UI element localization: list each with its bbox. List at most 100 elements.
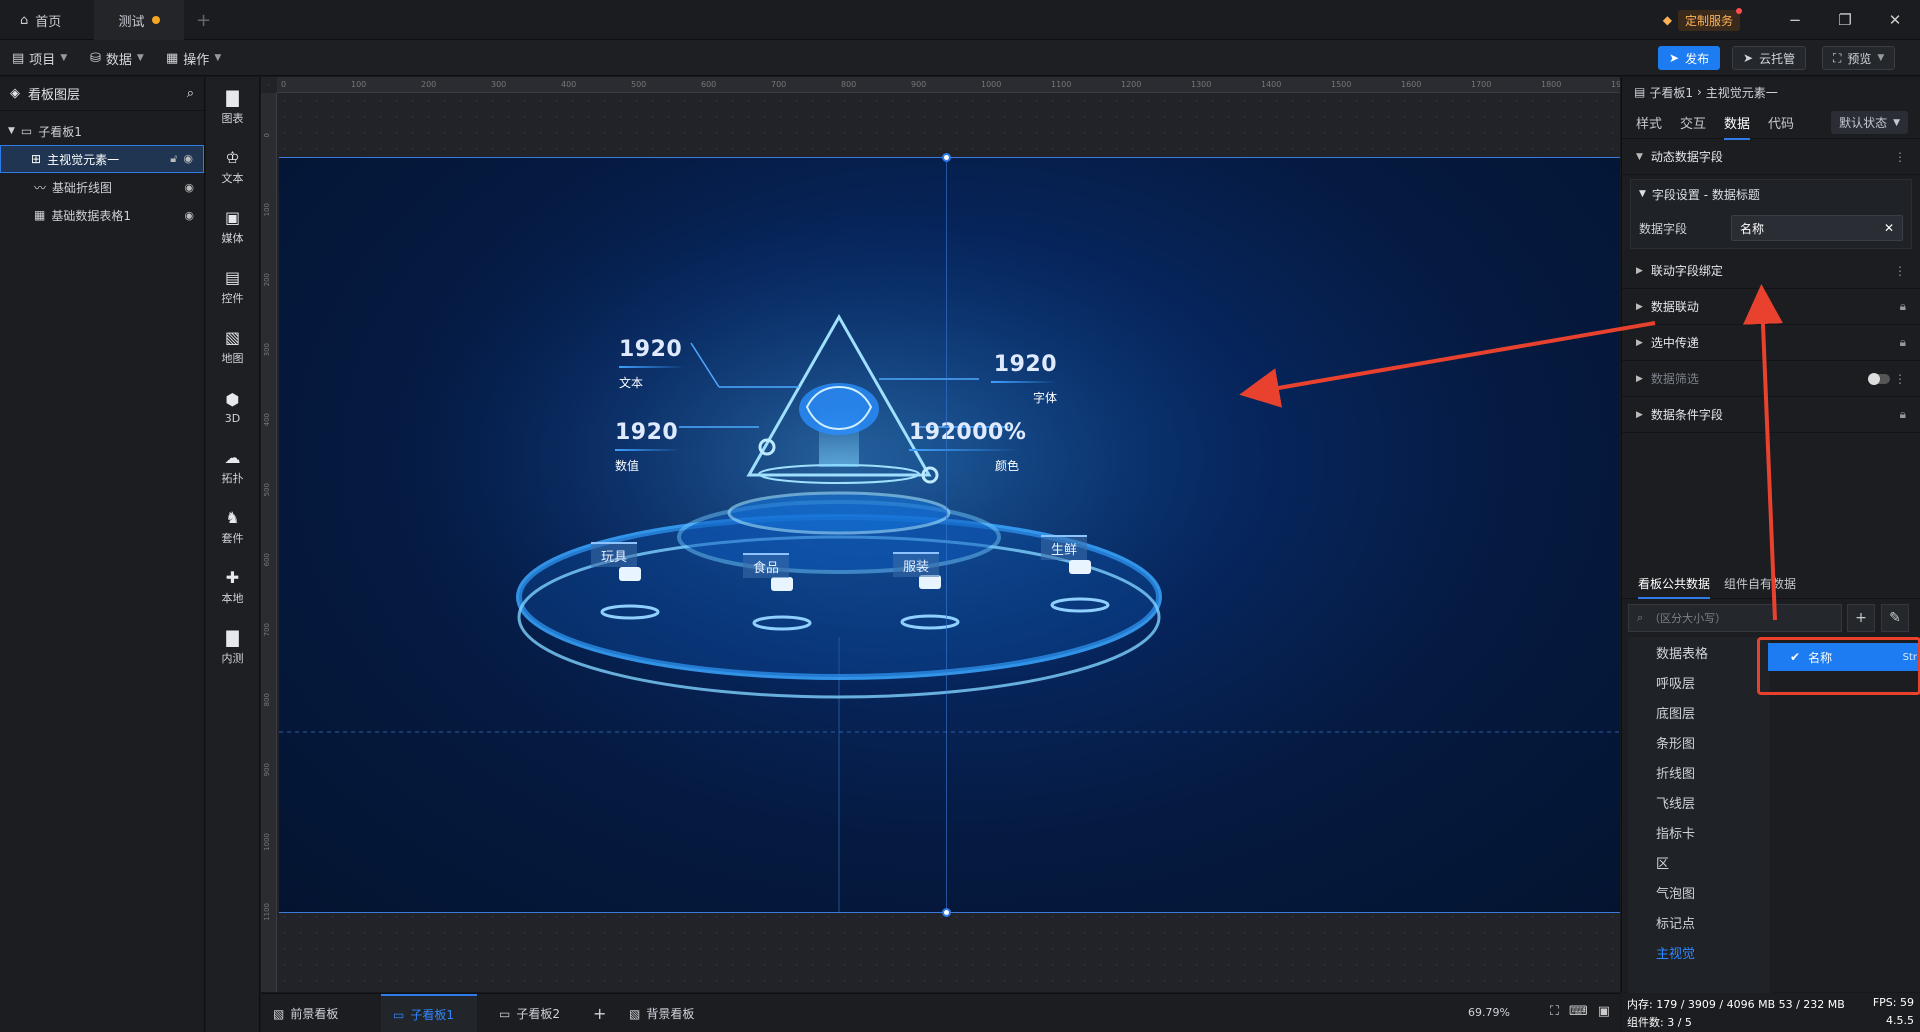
data-list-item[interactable]: 数据表格 [1628, 637, 1770, 667]
board-tab-label: 前景看板 [290, 1007, 339, 1021]
section-label: 数据筛选 [1650, 372, 1699, 386]
tab-data[interactable]: 数据 [1724, 113, 1751, 140]
data-list-item[interactable]: 飞线层 [1628, 787, 1770, 817]
layer-item-main-visual[interactable]: ⊞ 主视觉元素一 🔓︎ ◉ [0, 145, 204, 173]
tab-background-board[interactable]: ▧ 背景看板 [617, 994, 706, 1032]
unlock-icon[interactable]: 🔓︎ [170, 152, 177, 166]
ruler-tick: 1800 [1541, 80, 1562, 89]
data-list-item[interactable]: 指标卡 [1628, 817, 1770, 847]
ruler-tick: 700 [771, 80, 787, 89]
data-field-input[interactable]: 名称 ✕ [1731, 215, 1903, 241]
ruler-tick: 600 [263, 553, 271, 567]
custom-service[interactable]: ◆ 定制服务 [1663, 7, 1743, 32]
data-list-item[interactable]: 条形图 [1628, 727, 1770, 757]
tab-test-label: 测试 [118, 14, 145, 30]
terminal-icon[interactable]: ▣ [1598, 1004, 1610, 1019]
resize-handle[interactable] [942, 908, 951, 917]
section-data-linkage[interactable]: ▶ 数据联动 🔒︎ [1622, 289, 1920, 325]
layer-item-data-table[interactable]: ▦ 基础数据表格1 ◉ [0, 201, 204, 229]
ruler-tick: 900 [263, 763, 271, 777]
data-list-item[interactable]: 呼吸层 [1628, 667, 1770, 697]
ruler-tick: 900 [911, 80, 927, 89]
zoom-level[interactable]: 69.79% [1468, 1006, 1510, 1019]
category-label: 玩具 [591, 542, 638, 567]
keyboard-icon[interactable]: ⌨ [1569, 1004, 1588, 1019]
tab-subboard2[interactable]: ▭ 子看板2 [487, 994, 572, 1032]
add-board-button[interactable]: + [581, 994, 618, 1032]
tab-component-data[interactable]: 组件自有数据 [1724, 575, 1796, 592]
rail-item-7[interactable]: ♞ 套件 [206, 497, 259, 557]
layer-item-line-chart[interactable]: 〰 基础折线图 ◉ [0, 173, 204, 201]
close-window-button[interactable]: ✕ [1870, 0, 1920, 40]
rail-item-4[interactable]: ▧ 地图 [206, 317, 259, 377]
more-icon[interactable]: ⋮ [1894, 264, 1906, 278]
cloud-hosting-button[interactable]: ➤ 云托管 [1732, 46, 1807, 70]
eye-hidden-icon[interactable]: ◉ [184, 209, 194, 222]
tab-home[interactable]: ⌂ 首页 [20, 0, 61, 40]
edit-icon[interactable]: ✎ [1881, 604, 1909, 632]
rail-item-0[interactable]: ▇ 图表 [206, 77, 259, 137]
data-list-item[interactable]: 标记点 [1628, 907, 1770, 937]
data-list-item[interactable]: 折线图 [1628, 757, 1770, 787]
tab-board-public-data[interactable]: 看板公共数据 [1638, 575, 1711, 599]
state-select[interactable]: 默认状态 ▼ [1831, 111, 1908, 134]
data-search-input[interactable]: ⌕ （区分大小写） [1628, 604, 1842, 632]
layer-item-subboard1[interactable]: ▼ ▭ 子看板1 [0, 117, 204, 145]
section-linked-binding[interactable]: ▶ 联动字段绑定 ⋮ [1622, 253, 1920, 289]
tab-style[interactable]: 样式 [1636, 113, 1662, 132]
fit-screen-icon[interactable]: ⛶ [1550, 1004, 1559, 1019]
tab-code[interactable]: 代码 [1768, 113, 1794, 132]
tab-foreground-board[interactable]: ▧ 前景看板 [261, 994, 350, 1032]
rail-item-6[interactable]: ☁ 拓扑 [206, 437, 259, 497]
rail-item-2[interactable]: ▣ 媒体 [206, 197, 259, 257]
rail-item-label: 文本 [221, 172, 244, 185]
eye-hidden-icon[interactable]: ◉ [184, 181, 194, 194]
data-list-item[interactable]: 区 [1628, 847, 1770, 877]
tab-subboard1[interactable]: ▭ 子看板1 [381, 994, 477, 1032]
section-data-filter[interactable]: ▶ 数据筛选 ⋮ [1622, 361, 1920, 397]
rail-item-5[interactable]: ⬢ 3D [206, 377, 259, 437]
rail-item-8[interactable]: ✚ 本地 [206, 557, 259, 617]
data-list-item[interactable]: 底图层 [1628, 697, 1770, 727]
menu-data[interactable]: ⛁ 数据 ▼ [90, 40, 144, 76]
clear-icon[interactable]: ✕ [1884, 221, 1894, 235]
dashboard-board[interactable]: 1920 文本 1920 字体 1920 数值 192000% 颜色 玩具 食品 [279, 157, 1620, 912]
eye-icon[interactable]: ◉ [183, 152, 193, 166]
rail-item-9[interactable]: ▇ 内测 [206, 617, 259, 677]
tab-interaction[interactable]: 交互 [1680, 113, 1706, 132]
ruler-tick: 1700 [1471, 80, 1492, 89]
rail-item-3[interactable]: ▤ 控件 [206, 257, 259, 317]
add-data-button[interactable]: + [1847, 604, 1875, 632]
chevron-down-icon: ▼ [214, 53, 222, 63]
add-tab-button[interactable]: + [196, 0, 211, 40]
filter-toggle[interactable] [1868, 372, 1890, 385]
canvas-area[interactable]: 0 100 200 300 400 500 600 700 800 900 1000 1100 1200… [261, 77, 1620, 992]
field-setting-header[interactable]: ▼ 字段设置 - 数据标题 [1631, 180, 1911, 208]
menu-project[interactable]: ▤ 项目 ▼ [12, 40, 67, 76]
state-select-value: 默认状态 [1839, 116, 1888, 130]
caret-right-icon: ▶ [1636, 265, 1643, 276]
data-list-item[interactable]: 主视觉 [1628, 937, 1770, 967]
more-icon[interactable]: ⋮ [1894, 150, 1906, 164]
section-selection-pass[interactable]: ▶ 选中传递 🔒︎ [1622, 325, 1920, 361]
rail-item-label: 内测 [221, 652, 244, 665]
send-icon: ➤ [1743, 51, 1754, 65]
more-icon[interactable]: ⋮ [1894, 372, 1906, 386]
section-dynamic-fields[interactable]: ▼ 动态数据字段 ⋮ [1622, 139, 1920, 175]
search-icon[interactable]: ⌕ [187, 86, 194, 101]
preview-button[interactable]: ⛶ 预览 ▼ [1822, 46, 1896, 70]
publish-button[interactable]: ➤ 发布 [1658, 46, 1721, 70]
maximize-button[interactable]: ❐ [1820, 0, 1870, 40]
data-list-item[interactable]: 气泡图 [1628, 877, 1770, 907]
layers-panel: ◈ 看板图层 ⌕ ▼ ▭ 子看板1 ⊞ 主视觉元素一 🔓︎ ◉ 〰 基础折线图 … [0, 77, 205, 1032]
board-icon: ▧ [629, 1006, 641, 1021]
breadcrumb-item[interactable]: 子看板1 [1649, 84, 1693, 101]
menu-operation[interactable]: ▦ 操作 ▼ [166, 40, 221, 76]
monitor-icon: ▭ [20, 124, 33, 138]
tab-test[interactable]: 测试 [94, 0, 184, 40]
section-condition-field[interactable]: ▶ 数据条件字段 🔒︎ [1622, 397, 1920, 433]
minimize-button[interactable]: − [1770, 0, 1820, 40]
resize-handle[interactable] [942, 153, 951, 162]
grid-icon: ▦ [166, 50, 179, 66]
rail-item-1[interactable]: ♔ 文本 [206, 137, 259, 197]
